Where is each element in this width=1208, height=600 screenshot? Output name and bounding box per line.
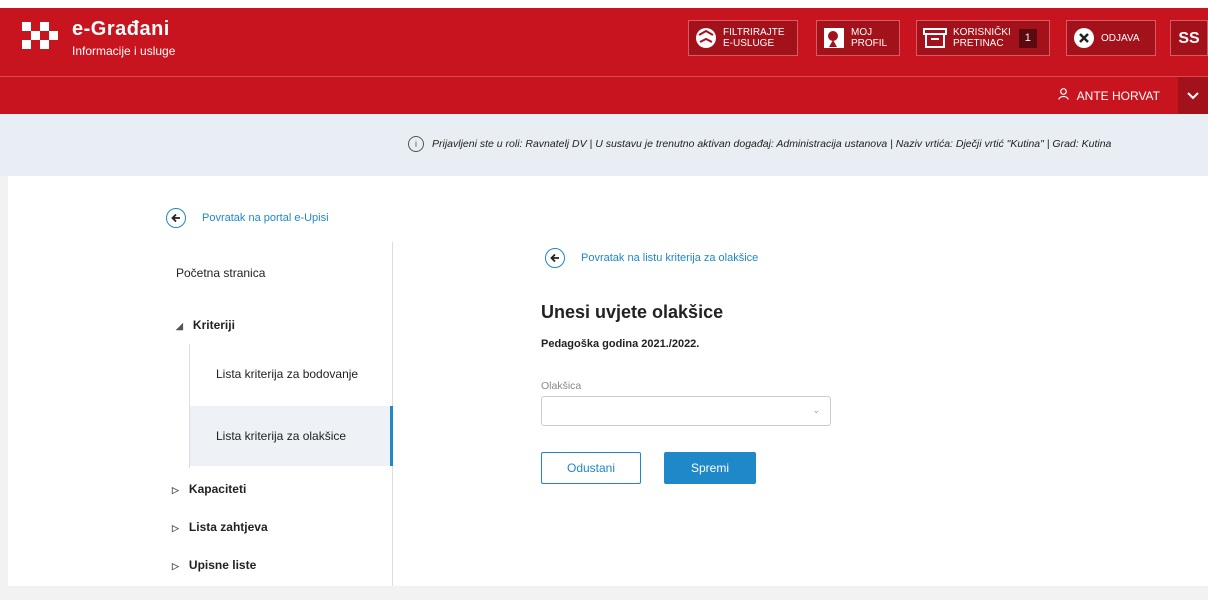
relief-field-label: Olakšica bbox=[541, 380, 582, 392]
accessibility-button[interactable]: ß bbox=[1170, 20, 1208, 56]
logo-icon bbox=[22, 22, 58, 50]
logout-button[interactable]: ODJAVA bbox=[1066, 20, 1156, 56]
triangle-right-icon: ▷ bbox=[172, 561, 179, 571]
filter-ball-icon bbox=[695, 27, 717, 49]
inbox-count-badge: 1 bbox=[1018, 28, 1037, 48]
user-bar: ANTE HORVAT bbox=[0, 76, 1208, 114]
user-inbox-button[interactable]: KORISNIČKI PRETINAC 1 bbox=[916, 20, 1050, 56]
triangle-right-icon: ▷ bbox=[172, 485, 179, 495]
sidebar-item-enrollment[interactable]: ▷ Upisne liste bbox=[172, 558, 256, 572]
inbox-button-line1: KORISNIČKI bbox=[953, 27, 1011, 38]
filter-button-line1: FILTRIRAJTE bbox=[723, 27, 785, 38]
logout-button-label: ODJAVA bbox=[1101, 32, 1140, 44]
back-to-portal-label: Povratak na portal e-Upisi bbox=[202, 212, 329, 224]
info-icon: i bbox=[408, 136, 424, 152]
triangle-down-icon: ◢ bbox=[176, 321, 183, 331]
sidebar-item-home[interactable]: Početna stranica bbox=[176, 266, 265, 280]
school-year: Pedagoška godina 2021./2022. bbox=[541, 338, 700, 350]
sidebar: Početna stranica ◢ Kriteriji Lista kriter… bbox=[160, 242, 393, 586]
user-name: ANTE HORVAT bbox=[1076, 88, 1160, 103]
filter-button-line2: E-USLUGE bbox=[723, 38, 775, 49]
back-to-relief-list-link[interactable]: Povratak na listu kriterija za olakšice bbox=[545, 248, 758, 268]
profile-icon bbox=[823, 27, 845, 49]
user-icon bbox=[1057, 88, 1069, 103]
sidebar-item-relief-criteria[interactable]: Lista kriterija za olakšice bbox=[190, 406, 393, 466]
inbox-button-line2: PRETINAC bbox=[953, 38, 1004, 49]
enrollment-label: Upisne liste bbox=[188, 558, 257, 572]
page-title: Unesi uvjete olakšice bbox=[541, 302, 724, 322]
triangle-right-icon: ▷ bbox=[172, 523, 179, 533]
sidebar-item-requests[interactable]: ▷ Lista zahtjeva bbox=[172, 520, 268, 534]
sidebar-item-scoring-criteria[interactable]: Lista kriterija za bodovanje bbox=[190, 344, 393, 404]
back-to-relief-list-label: Povratak na listu kriterija za olakšice bbox=[581, 252, 759, 264]
criteria-label: Kriteriji bbox=[192, 318, 235, 332]
arrow-left-icon bbox=[166, 208, 186, 228]
back-to-portal-link[interactable]: Povratak na portal e-Upisi bbox=[166, 208, 329, 228]
criteria-submenu: Lista kriterija za bodovanje Lista krite… bbox=[189, 344, 393, 468]
accessibility-label: ß bbox=[1178, 29, 1200, 47]
brand-subtitle: Informacije i usluge bbox=[72, 44, 176, 58]
capacities-label: Kapaciteti bbox=[188, 482, 247, 496]
brand-title[interactable]: e-Građani bbox=[72, 18, 170, 41]
role-info-text: Prijavljeni ste u roli: Ravnatelj DV | U… bbox=[432, 138, 1112, 150]
profile-button-line2: PROFIL bbox=[851, 38, 888, 49]
my-profile-button[interactable]: MOJ PROFIL bbox=[816, 20, 900, 56]
top-header: e-Građani Informacije i usluge FILTRIRAJ… bbox=[0, 0, 1208, 76]
main-content: Povratak na portal e-Upisi Početna stran… bbox=[8, 176, 1208, 586]
user-menu-toggle[interactable] bbox=[1178, 77, 1208, 114]
save-button[interactable]: Spremi bbox=[664, 452, 756, 484]
profile-button-line1: MOJ bbox=[851, 27, 873, 38]
relief-select[interactable]: ⌄ bbox=[541, 396, 831, 426]
sidebar-item-capacities[interactable]: ▷ Kapaciteti bbox=[172, 482, 246, 496]
sidebar-item-criteria[interactable]: ◢ Kriteriji bbox=[176, 318, 235, 332]
inbox-icon bbox=[923, 28, 947, 48]
info-bar: i Prijavljeni ste u roli: Ravnatelj DV |… bbox=[0, 114, 1208, 176]
close-circle-icon bbox=[1073, 27, 1095, 49]
requests-label: Lista zahtjeva bbox=[188, 520, 268, 534]
chevron-down-icon: ⌄ bbox=[812, 405, 820, 415]
arrow-left-icon bbox=[545, 248, 565, 268]
chevron-down-icon bbox=[1187, 87, 1199, 105]
filter-services-button[interactable]: FILTRIRAJTE E-USLUGE bbox=[688, 20, 798, 56]
user-menu[interactable]: ANTE HORVAT bbox=[1057, 88, 1160, 103]
cancel-button[interactable]: Odustani bbox=[541, 452, 641, 484]
